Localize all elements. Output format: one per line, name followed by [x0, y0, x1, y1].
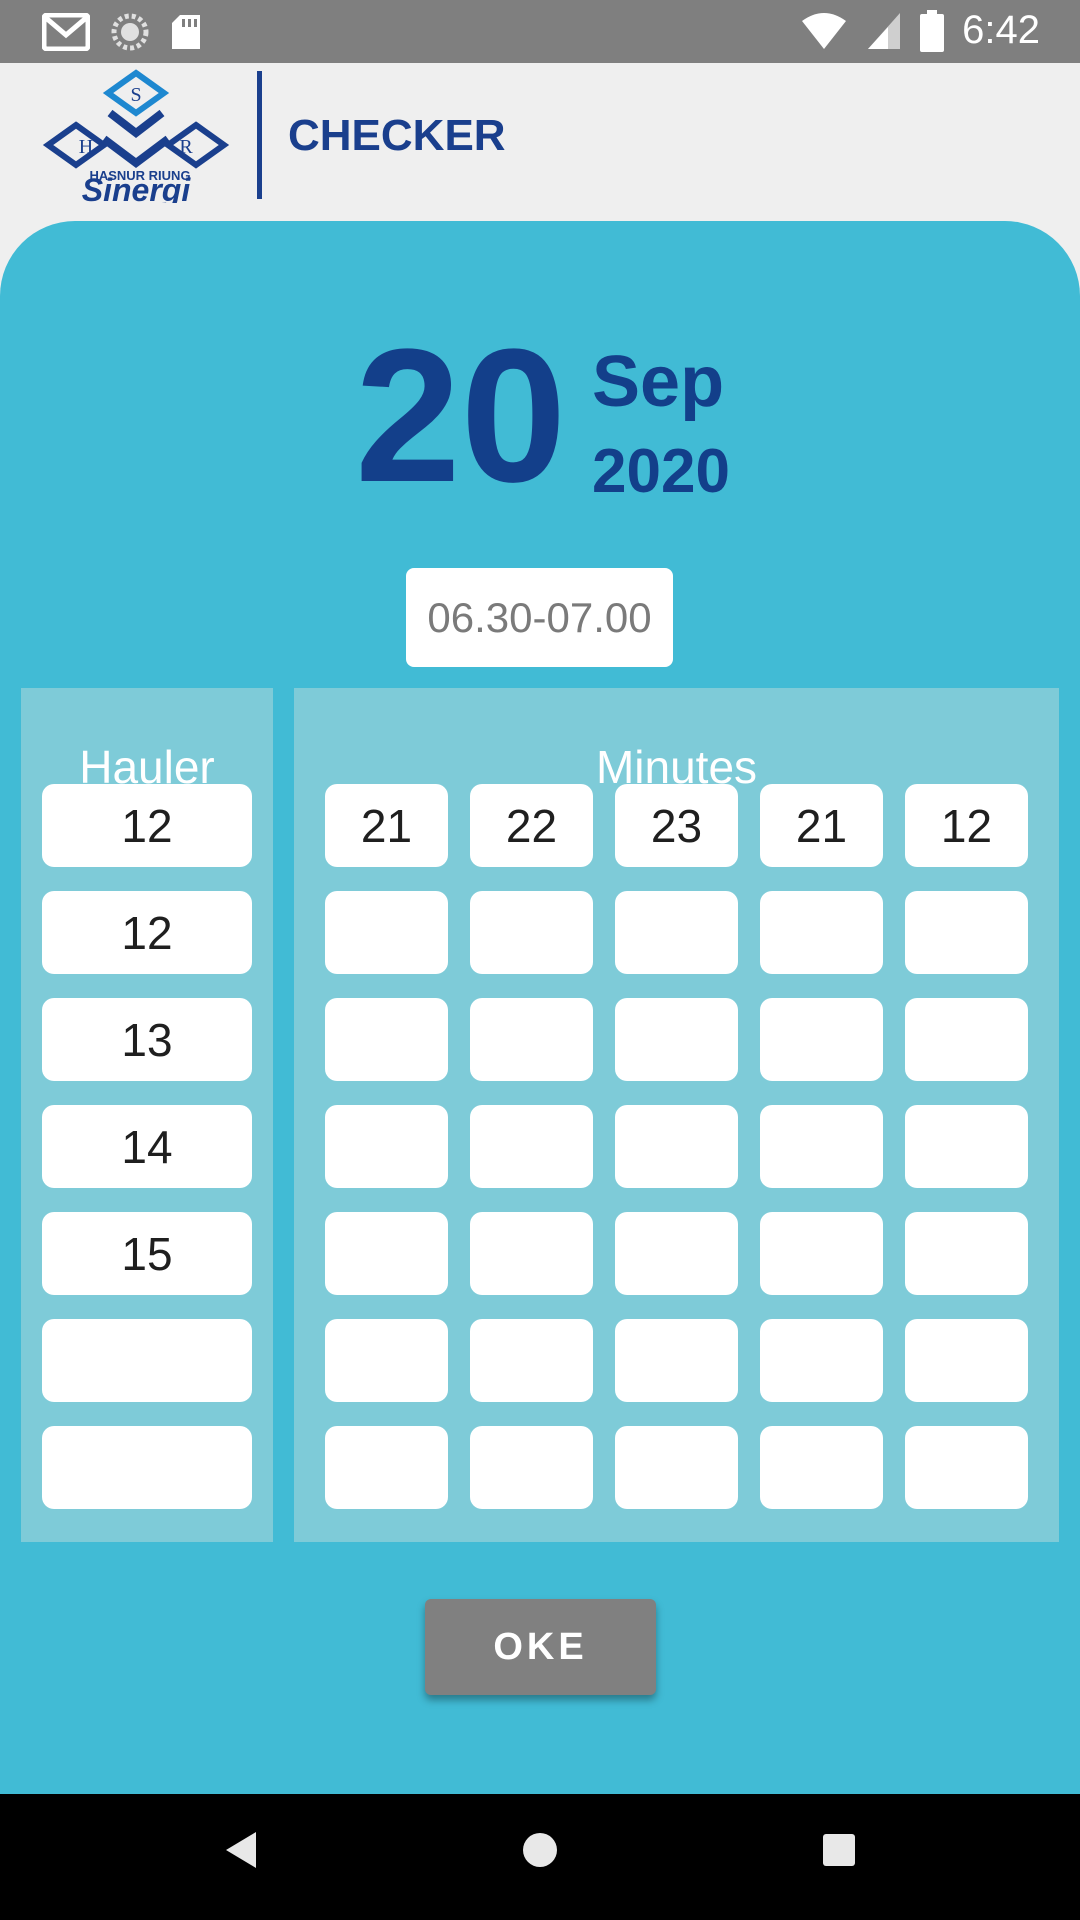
hauler-field[interactable]: 14	[42, 1105, 252, 1188]
battery-icon	[920, 9, 945, 52]
minute-field[interactable]	[615, 1319, 738, 1402]
status-bar: 6:42	[0, 0, 1080, 63]
sd-card-icon	[172, 15, 200, 49]
minute-field[interactable]: 23	[615, 784, 738, 867]
app-title: CHECKER	[288, 111, 506, 160]
company-logo: S H R HASNUR RIUNG Sinergi	[42, 69, 230, 203]
minute-field[interactable]	[470, 891, 593, 974]
minute-field[interactable]	[615, 1212, 738, 1295]
minute-field[interactable]	[325, 1212, 448, 1295]
minute-field[interactable]: 21	[325, 784, 448, 867]
logo-letter-h: H	[79, 136, 93, 158]
time-slot-selector[interactable]: 06.30-07.00	[406, 568, 673, 667]
wifi-icon	[802, 12, 847, 49]
minute-field[interactable]	[760, 1319, 883, 1402]
minute-field[interactable]: 12	[905, 784, 1028, 867]
minute-field[interactable]	[760, 1105, 883, 1188]
minute-field[interactable]	[905, 891, 1028, 974]
minute-field[interactable]	[325, 1426, 448, 1509]
hauler-field[interactable]: 13	[42, 998, 252, 1081]
header-divider	[257, 71, 262, 199]
app-header: S H R HASNUR RIUNG Sinergi CHECKER	[0, 63, 1080, 221]
hauler-panel: Hauler 12 12 13 14 15	[21, 688, 273, 1542]
minute-field[interactable]	[615, 891, 738, 974]
main-panel: 20 Sep 2020 06.30-07.00 Hauler 12 12 13 …	[0, 221, 1080, 1794]
date-month: Sep	[592, 342, 725, 422]
minute-field[interactable]: 22	[470, 784, 593, 867]
hauler-field[interactable]: 12	[42, 784, 252, 867]
logo-letter-r: R	[179, 136, 193, 158]
recents-icon[interactable]	[822, 1830, 856, 1870]
signal-icon	[868, 12, 901, 49]
minute-field[interactable]	[325, 1105, 448, 1188]
minute-field[interactable]	[615, 1426, 738, 1509]
gmail-icon	[42, 13, 90, 51]
minute-field[interactable]	[615, 998, 738, 1081]
minute-field[interactable]	[760, 998, 883, 1081]
hauler-field[interactable]: 12	[42, 891, 252, 974]
minute-field[interactable]	[470, 1105, 593, 1188]
minute-field[interactable]	[470, 998, 593, 1081]
logo-big-text: Sinergi	[82, 172, 192, 203]
minute-field[interactable]	[760, 1426, 883, 1509]
hauler-field[interactable]	[42, 1426, 252, 1509]
minute-field[interactable]	[470, 1212, 593, 1295]
minute-field[interactable]	[905, 998, 1028, 1081]
minute-field[interactable]	[905, 1426, 1028, 1509]
minute-field[interactable]	[615, 1105, 738, 1188]
minute-field[interactable]	[905, 1212, 1028, 1295]
date-year: 2020	[592, 437, 730, 506]
minutes-panel: Minutes 21 22 23 21 12	[294, 688, 1059, 1542]
minute-field[interactable]: 21	[760, 784, 883, 867]
minute-field[interactable]	[760, 891, 883, 974]
home-icon[interactable]	[522, 1830, 558, 1870]
navigation-bar	[0, 1794, 1080, 1920]
minute-field[interactable]	[470, 1426, 593, 1509]
minute-field[interactable]	[325, 891, 448, 974]
minute-field[interactable]	[760, 1212, 883, 1295]
back-icon[interactable]	[224, 1830, 258, 1870]
date-day: 20	[355, 310, 567, 522]
status-time: 6:42	[962, 8, 1040, 52]
minute-field[interactable]	[470, 1319, 593, 1402]
ok-button[interactable]: OKE	[425, 1599, 656, 1695]
hauler-field[interactable]	[42, 1319, 252, 1402]
minute-field[interactable]	[905, 1319, 1028, 1402]
logo-letter-s: S	[130, 84, 141, 106]
minute-field[interactable]	[905, 1105, 1028, 1188]
minute-field[interactable]	[325, 1319, 448, 1402]
hauler-field[interactable]: 15	[42, 1212, 252, 1295]
minute-field[interactable]	[325, 998, 448, 1081]
sync-icon	[111, 13, 149, 51]
